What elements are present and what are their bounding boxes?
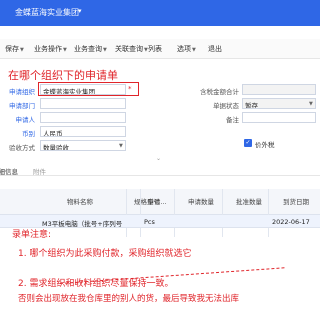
column-header[interactable]: 物料名称 (50, 196, 110, 206)
exit-button[interactable]: 退出 (208, 44, 222, 54)
collapse-icon[interactable]: ⌄ (156, 155, 161, 162)
chevron-down-icon: ▼ (309, 101, 313, 107)
column-divider (126, 189, 127, 237)
notes-line-1: 1. 哪个组织为此采购付款，采购组织就选它 (18, 249, 192, 259)
column-header[interactable]: 申请... (142, 196, 172, 206)
status-field: 暂存 (242, 98, 316, 109)
chevron-down-icon: ▼ (20, 47, 24, 53)
apply-dept-label: 申请部门 (9, 102, 35, 110)
apply-org-label: 申请组织 (9, 88, 35, 96)
status-label: 单据状态 (213, 102, 239, 110)
chevron-down-icon: ▼ (63, 47, 67, 53)
cell-unit[interactable]: Pcs (144, 218, 155, 226)
chevron-down-icon[interactable]: ▼ (119, 143, 123, 149)
related-query-button[interactable]: 关联查询▼ (115, 44, 148, 54)
list-button[interactable]: 列表 (148, 44, 162, 54)
options-button[interactable]: 选项▼ (177, 44, 196, 54)
chevron-down-icon: ▼ (192, 47, 196, 53)
apply-org-field[interactable]: 金蝶蓝海实业集团 (40, 84, 126, 95)
remark-field[interactable] (242, 112, 316, 123)
tab-detail[interactable]: 明细信息 (0, 166, 18, 176)
applicant-field[interactable] (40, 112, 126, 123)
total-amount-label: 含税金额合计 (200, 88, 239, 96)
notes-line-3: 否则会出现放在我仓库里的别人的货，最后导致我无法出库 (18, 294, 240, 304)
chevron-down-icon: ▼ (103, 47, 107, 53)
business-query-button[interactable]: 业务查询▼ (74, 44, 107, 54)
chevron-down-icon[interactable]: ▾ (78, 7, 82, 15)
tax-included-label: 价外税 (255, 141, 275, 149)
acceptance-select[interactable]: 数量验收 (40, 140, 126, 151)
notes-line-2: 2. 需求组织和收料组织尽量保持一致。 (18, 279, 174, 289)
column-header[interactable]: 申请数量 (181, 196, 221, 206)
remark-label: 备注 (226, 116, 239, 124)
currency-label: 币别 (22, 130, 35, 138)
apply-dept-field[interactable] (40, 98, 126, 109)
column-divider (268, 189, 269, 237)
column-header[interactable]: 到货日期 (272, 196, 320, 206)
currency-field[interactable]: 人民币 (40, 126, 126, 137)
total-amount-field (242, 84, 316, 95)
column-divider (174, 189, 175, 237)
save-button[interactable]: 保存▼ (5, 44, 24, 54)
column-header[interactable]: 批准数量 (229, 196, 269, 206)
required-marker: * (128, 85, 132, 93)
notes-heading: 录单注意: (12, 230, 52, 240)
tab-attachment[interactable]: 附件 (33, 166, 46, 176)
business-operation-button[interactable]: 业务操作▼ (34, 44, 67, 54)
applicant-label: 申请人 (15, 116, 36, 124)
column-divider (140, 189, 141, 237)
annotation-title: 在哪个组织下的申请单 (8, 69, 118, 82)
subtabs-bar (0, 162, 320, 176)
column-divider (222, 189, 223, 237)
cell-arrival-date[interactable]: 2022-06-17 (272, 218, 310, 226)
acceptance-label: 验收方式 (9, 144, 35, 152)
org-name[interactable]: 金蝶蓝海实业集团 (15, 7, 79, 18)
tax-included-checkbox[interactable]: ✓ (244, 139, 252, 147)
cell-material[interactable]: M3平板电脑（批号+序列号 (42, 218, 122, 228)
